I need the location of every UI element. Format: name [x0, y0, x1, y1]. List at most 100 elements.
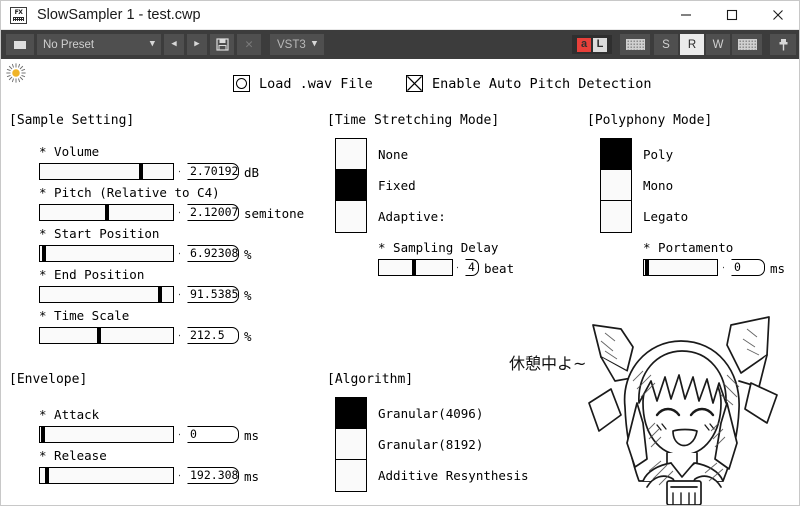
save-preset-button[interactable] — [210, 34, 234, 55]
menu-icon — [14, 40, 26, 49]
envelope-heading: [Envelope] — [9, 372, 88, 387]
radio-option-legato[interactable] — [601, 201, 631, 232]
sampling-delay-value: 4 — [468, 259, 475, 274]
toolbar-right-group: a L S R W — [572, 34, 796, 55]
pitch-unit: semitone — [244, 206, 305, 221]
start-position-value-field[interactable]: 6.92308 — [179, 245, 239, 262]
automation-lane-button[interactable]: a L — [572, 35, 612, 54]
portamento-value-field[interactable]: 0 — [723, 259, 765, 276]
enable-auto-pitch-detection-checkbox[interactable]: Enable Auto Pitch Detection — [406, 75, 651, 92]
radio-option-poly[interactable] — [601, 139, 631, 170]
attack-slider[interactable] — [39, 426, 174, 443]
read-automation-button[interactable]: R — [680, 34, 704, 55]
release-value-field[interactable]: 192.308 — [179, 467, 239, 484]
slider-thumb[interactable] — [41, 427, 45, 442]
midi-learn-button[interactable] — [620, 34, 650, 55]
keyboard-icon — [737, 39, 757, 50]
slider-thumb[interactable] — [105, 205, 109, 220]
solo-button[interactable]: S — [654, 34, 678, 55]
radio-option-granular-8192[interactable] — [336, 429, 366, 460]
radio-option-adaptive[interactable] — [336, 201, 366, 232]
time-scale-value-field[interactable]: 212.5 — [179, 327, 239, 344]
triangle-left-icon: ◀ — [171, 39, 177, 49]
radio-option-none[interactable] — [336, 139, 366, 170]
manga-girl-illustration — [581, 311, 799, 505]
plugin-format-selector[interactable]: VST3 ▼ — [270, 34, 325, 55]
minimize-button[interactable] — [663, 1, 709, 30]
time-stretching-mode-radio-group[interactable] — [335, 138, 367, 233]
slider-thumb[interactable] — [139, 164, 143, 179]
radio-option-fixed[interactable] — [336, 170, 366, 201]
menu-button[interactable] — [6, 34, 34, 55]
attack-value-field[interactable]: 0 — [179, 426, 239, 443]
slider-thumb[interactable] — [45, 468, 49, 483]
polyphony-mode-heading: [Polyphony Mode] — [587, 113, 713, 128]
pitch-slider[interactable] — [39, 204, 174, 221]
portamento-slider[interactable] — [643, 259, 718, 276]
pitch-value: 2.12007 — [190, 204, 239, 219]
radio-option-additive-resynthesis[interactable] — [336, 460, 366, 491]
end-position-label: * End Position — [39, 267, 145, 282]
time-scale-slider[interactable] — [39, 327, 174, 344]
preset-value: No Preset — [43, 38, 95, 51]
polyphony-option-label-mono: Mono — [643, 178, 674, 193]
volume-slider[interactable] — [39, 163, 174, 180]
close-button[interactable] — [755, 1, 799, 30]
previous-preset-button[interactable]: ◀ — [164, 34, 184, 55]
time-scale-label: * Time Scale — [39, 308, 130, 323]
end-position-value: 91.5385 — [190, 286, 239, 301]
release-label: * Release — [39, 448, 107, 463]
sample-setting-heading: [Sample Setting] — [9, 113, 135, 128]
checkbox-box — [233, 75, 250, 92]
slider-thumb[interactable] — [412, 260, 416, 275]
radio-option-mono[interactable] — [601, 170, 631, 201]
attack-unit: ms — [244, 428, 260, 443]
fx-plugin-icon: FX — [10, 6, 27, 24]
pin-window-button[interactable] — [770, 34, 796, 55]
sampling-delay-value-field[interactable]: 4 — [457, 259, 479, 276]
time-stretching-option-label-fixed: Fixed — [378, 178, 416, 193]
triangle-right-icon: ▶ — [194, 39, 200, 49]
volume-unit: dB — [244, 165, 260, 180]
start-position-slider[interactable] — [39, 245, 174, 262]
end-position-value-field[interactable]: 91.5385 — [179, 286, 239, 303]
end-position-slider[interactable] — [39, 286, 174, 303]
automation-a-icon: a — [577, 37, 591, 52]
pitch-value-field[interactable]: 2.12007 — [179, 204, 239, 221]
algorithm-radio-group[interactable] — [335, 397, 367, 492]
preset-selector[interactable]: No Preset ▼ — [37, 34, 161, 55]
pitch-label: * Pitch (Relative to C4) — [39, 185, 220, 200]
virtual-keyboard-button[interactable] — [732, 34, 762, 55]
time-scale-value: 212.5 — [190, 327, 225, 342]
portamento-unit: ms — [770, 261, 786, 276]
load-wav-file-checkbox[interactable]: Load .wav File — [233, 75, 373, 92]
delete-preset-button[interactable]: ✕ — [237, 34, 261, 55]
slider-thumb[interactable] — [97, 328, 101, 343]
time-scale-unit: % — [244, 329, 252, 344]
slider-thumb[interactable] — [158, 287, 162, 302]
attack-value: 0 — [190, 426, 197, 441]
checkbox-box — [406, 75, 423, 92]
volume-value-field[interactable]: 2.70192 — [179, 163, 239, 180]
algorithm-heading: [Algorithm] — [327, 372, 414, 387]
plugin-window: FX SlowSampler 1 - test.cwp No Preset ▼ … — [0, 0, 800, 506]
write-automation-button[interactable]: W — [706, 34, 730, 55]
sampling-delay-unit: beat — [484, 261, 515, 276]
next-preset-button[interactable]: ▶ — [187, 34, 207, 55]
start-position-unit: % — [244, 247, 252, 262]
slider-thumb[interactable] — [645, 260, 649, 275]
chevron-down-icon: ▼ — [149, 39, 155, 49]
radio-option-granular-4096[interactable] — [336, 398, 366, 429]
algorithm-option-label-granular-8192: Granular(8192) — [378, 437, 484, 452]
slider-thumb[interactable] — [42, 246, 46, 261]
volume-value: 2.70192 — [190, 163, 239, 178]
flower-icon — [6, 63, 26, 83]
release-slider[interactable] — [39, 467, 174, 484]
plugin-toolbar: No Preset ▼ ◀ ▶ ✕ VST3 ▼ a L S R W — [1, 30, 799, 59]
volume-label: * Volume — [39, 144, 100, 159]
polyphony-mode-radio-group[interactable] — [600, 138, 632, 233]
maximize-button[interactable] — [709, 1, 755, 30]
release-value: 192.308 — [190, 467, 239, 482]
cross-check-icon — [407, 76, 422, 91]
sampling-delay-slider[interactable] — [378, 259, 453, 276]
